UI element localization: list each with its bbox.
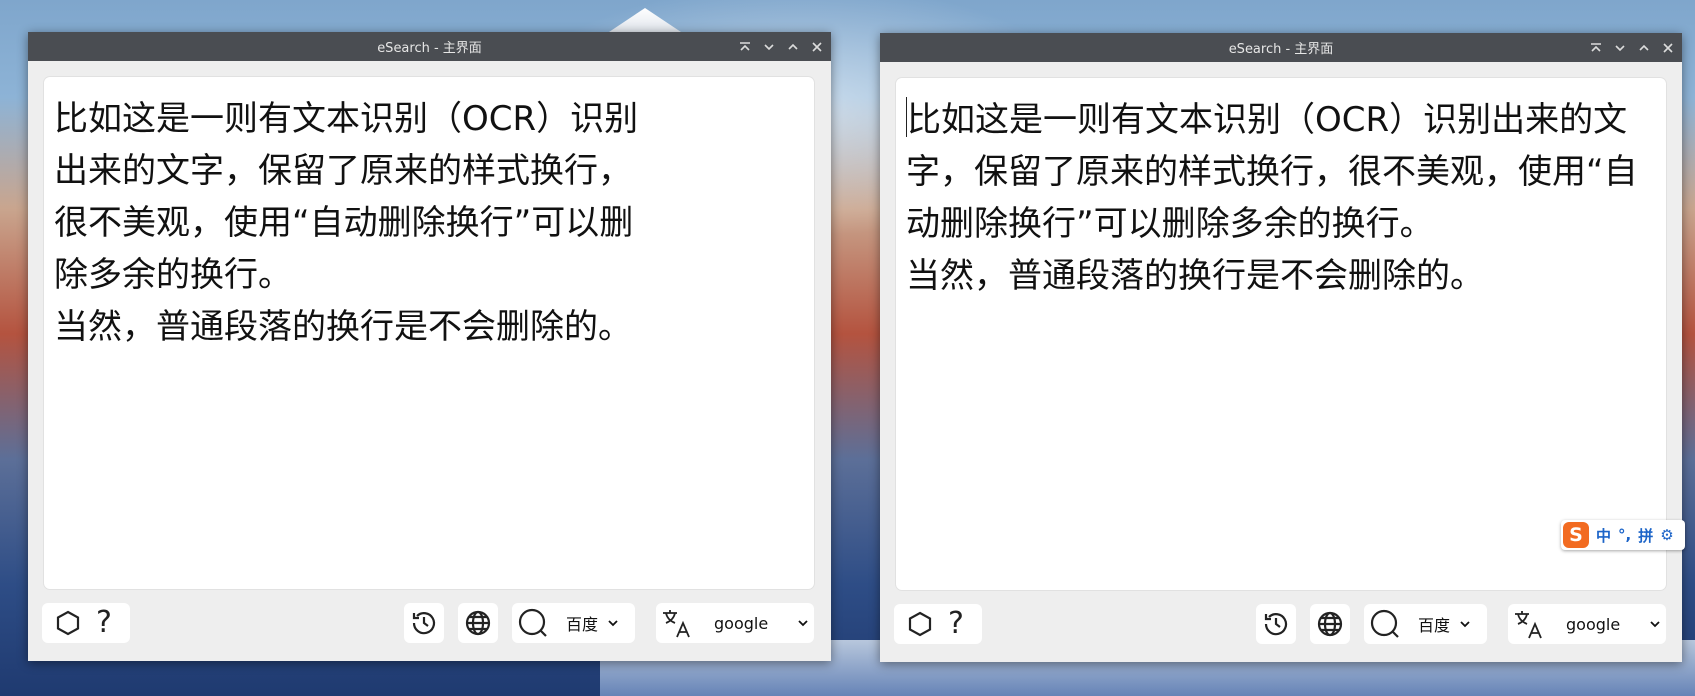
translate-engine-group: google (1508, 604, 1666, 644)
history-icon (412, 612, 436, 635)
window-title: eSearch - 主界面 (1228, 42, 1334, 57)
gear-icon[interactable]: ⚙ (1660, 526, 1673, 544)
help-icon[interactable]: ? (938, 604, 974, 644)
translate-icon[interactable] (660, 606, 694, 640)
search-engine-value: 百度 (1418, 616, 1451, 635)
search-icon[interactable] (516, 606, 550, 640)
browser-button[interactable] (1310, 604, 1350, 644)
translate-engine-value: google (714, 613, 769, 633)
history-button[interactable] (1256, 604, 1296, 644)
window-title: eSearch - 主界面 (377, 41, 482, 56)
tools-group: ? (42, 603, 130, 643)
chevron-down-icon (1460, 621, 1470, 628)
ime-punctuation-toggle[interactable]: °, (1618, 526, 1631, 544)
history-button[interactable] (404, 603, 444, 643)
sogou-logo-icon: S (1563, 522, 1589, 548)
bottom-toolbar: ? 百度 google (880, 604, 1682, 644)
hexagon-icon[interactable] (50, 603, 86, 643)
translate-engine-value: google (1566, 614, 1621, 634)
ime-input-method[interactable]: 拼 (1638, 525, 1653, 546)
translate-icon[interactable] (1512, 607, 1546, 641)
history-icon (1264, 613, 1288, 636)
translate-engine-select[interactable]: google (1566, 615, 1660, 634)
minimize-icon[interactable] (761, 39, 777, 55)
browser-button[interactable] (458, 603, 498, 643)
help-icon[interactable]: ? (86, 603, 122, 643)
search-engine-select[interactable]: 百度 (1418, 612, 1470, 636)
search-engine-group: 百度 (512, 603, 635, 643)
esearch-window-right: eSearch - 主界面 比如这是一则有文本识别（OCR）识别出来的文字，保留… (880, 33, 1682, 662)
esearch-window-left: eSearch - 主界面 比如这是一则有文本识别（OCR）识别出来的文字，保留… (28, 32, 831, 661)
bottom-toolbar: ? 百度 google (28, 603, 831, 643)
text-editor[interactable]: 比如这是一则有文本识别（OCR）识别出来的文字，保留了原来的样式换行，很不美观，… (44, 77, 814, 589)
chevron-down-icon (608, 620, 618, 627)
paragraph: 当然，普通段落的换行是不会删除的。 (54, 307, 632, 347)
chevron-down-icon (798, 620, 808, 627)
text-editor[interactable]: 比如这是一则有文本识别（OCR）识别出来的文字，保留了原来的样式换行，很不美观，… (896, 78, 1666, 590)
translate-engine-select[interactable]: google (714, 614, 808, 633)
maximize-icon[interactable] (1636, 40, 1652, 56)
search-engine-group: 百度 (1364, 604, 1487, 644)
globe-icon (1317, 611, 1343, 637)
close-icon[interactable] (809, 39, 825, 55)
title-bar[interactable]: eSearch - 主界面 (28, 32, 831, 61)
title-bar[interactable]: eSearch - 主界面 (880, 33, 1682, 62)
tools-group: ? (894, 604, 982, 644)
hexagon-icon[interactable] (902, 604, 938, 644)
search-engine-value: 百度 (566, 615, 599, 634)
search-icon[interactable] (1368, 607, 1402, 641)
paragraph: 比如这是一则有文本识别（OCR）识别出来的文字，保留了原来的样式换行，很不美观，… (54, 99, 639, 295)
keep-on-top-icon[interactable] (1588, 40, 1604, 56)
keep-on-top-icon[interactable] (737, 39, 753, 55)
paragraph: 比如这是一则有文本识别（OCR）识别出来的文字，保留了原来的样式换行，很不美观，… (906, 94, 1656, 250)
ime-toolbar[interactable]: S 中 °, 拼 ⚙ (1561, 520, 1685, 550)
globe-icon (465, 610, 491, 636)
minimize-icon[interactable] (1612, 40, 1628, 56)
paragraph: 当然，普通段落的换行是不会删除的。 (906, 256, 1484, 296)
chevron-down-icon (1650, 621, 1660, 628)
maximize-icon[interactable] (785, 39, 801, 55)
translate-engine-group: google (656, 603, 814, 643)
close-icon[interactable] (1660, 40, 1676, 56)
ime-mode-toggle[interactable]: 中 (1596, 525, 1611, 546)
search-engine-select[interactable]: 百度 (566, 611, 618, 635)
